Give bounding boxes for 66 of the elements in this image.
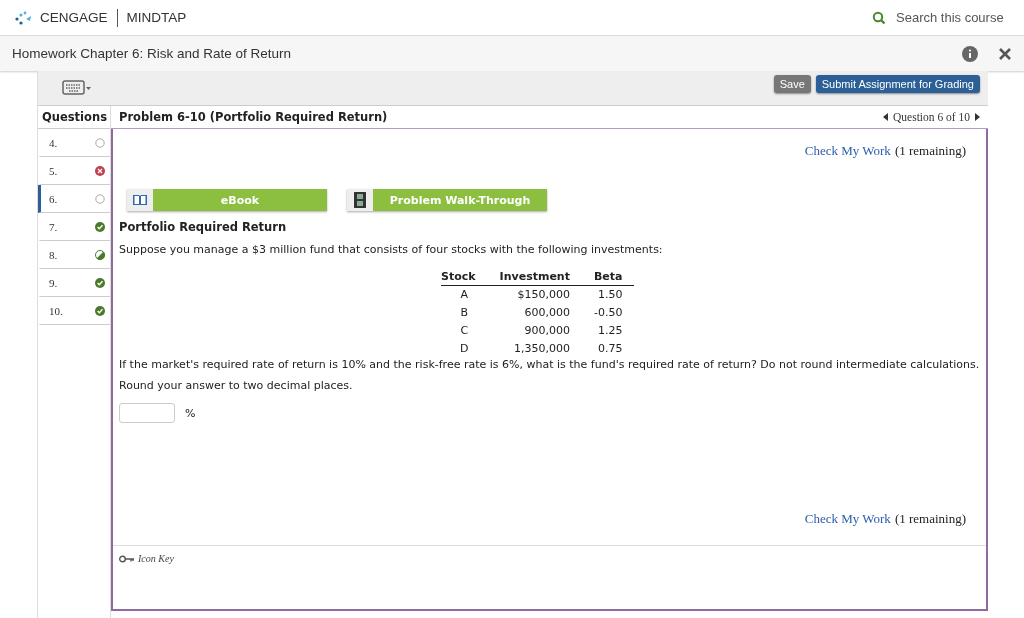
question-item[interactable]: 8. <box>38 241 110 269</box>
answer-field[interactable] <box>119 403 175 424</box>
question-number: 8. <box>49 248 58 261</box>
table-cell-text: D <box>459 341 470 358</box>
question-counter: Question 6 of 10 <box>893 111 970 123</box>
question-number: 10. <box>49 304 63 317</box>
book-icon <box>132 194 148 206</box>
check-work-link[interactable]: Check My Work <box>804 143 891 159</box>
table-cell-text: C <box>459 323 470 340</box>
table-cell-text: B <box>459 305 470 322</box>
problem-text: Suppose you manage a $3 million fund that consists of four stocks with the following investments: <box>119 243 664 257</box>
check-circle-icon <box>95 305 105 316</box>
question-item[interactable]: 9. <box>38 269 110 297</box>
half-circle-icon <box>95 249 105 260</box>
film-icon <box>354 192 366 208</box>
check-work-link[interactable]: Check My Work <box>804 511 891 527</box>
question-number: 6. <box>49 192 58 205</box>
logo-icon <box>14 10 34 25</box>
table-cell: 1.50 <box>581 285 635 304</box>
column-header: Investment <box>487 267 582 286</box>
key-icon <box>119 554 135 563</box>
questions-heading: Questions <box>38 106 110 129</box>
question-text: If the market's required rate of return is 10% and the risk-free rate is 6%, what is the fund's required rate of return? Do not round intermediate calculations. <box>119 357 980 372</box>
question-item[interactable]: 4. <box>38 129 110 157</box>
brand-name: CENGAGE <box>40 10 108 25</box>
product-name: MINDTAP <box>126 10 187 25</box>
table-cell-text: 1.25 <box>597 323 624 340</box>
search-icon <box>872 10 886 25</box>
table-cell: $150,000 <box>487 285 582 304</box>
keyboard-icon[interactable] <box>62 79 92 97</box>
remaining-count: (1 remaining) <box>894 511 966 527</box>
save-button[interactable]: Save <box>773 75 811 93</box>
previous-arrow-icon[interactable] <box>883 113 889 121</box>
close-icon[interactable] <box>998 46 1012 61</box>
column-header: Beta <box>581 267 635 286</box>
column-header: Stock <box>441 267 488 286</box>
problem-title: Problem 6-10 (Portfolio Required Return) <box>119 110 388 124</box>
assignment-title: Homework Chapter 6: Risk and Rate of Return <box>12 46 292 61</box>
remaining-count: (1 remaining) <box>894 143 966 159</box>
question-item[interactable]: 5. <box>38 157 110 185</box>
question-number: 4. <box>49 136 58 149</box>
table-cell-text: -0.50 <box>593 305 624 322</box>
empty-circle-icon <box>95 193 105 204</box>
check-circle-icon <box>95 221 105 232</box>
icon-key-link[interactable]: Icon Key <box>138 553 174 564</box>
question-number: 5. <box>49 164 58 177</box>
check-circle-icon <box>95 277 105 288</box>
submit-button[interactable]: Submit Assignment for Grading <box>815 75 980 93</box>
table-cell: A <box>441 285 488 304</box>
table-cell-text: 600,000 <box>523 305 571 322</box>
empty-circle-icon <box>95 137 105 148</box>
cross-circle-icon <box>95 165 105 176</box>
question-number: 7. <box>49 220 58 233</box>
question-item[interactable]: 10. <box>38 297 110 325</box>
info-icon[interactable] <box>962 45 978 62</box>
table-cell-text: 1,350,000 <box>512 341 571 358</box>
next-arrow-icon[interactable] <box>974 113 980 121</box>
rounding-instruction: Round your answer to two decimal places. <box>119 378 354 393</box>
search-field[interactable]: Search this course <box>872 9 1008 26</box>
table-cell-text: 900,000 <box>523 323 571 340</box>
question-number: 9. <box>49 276 58 289</box>
section-heading: Portfolio Required Return <box>119 220 288 234</box>
unit-label: % <box>185 406 196 420</box>
question-item[interactable]: 7. <box>38 213 110 241</box>
question-item[interactable]: 6. <box>38 185 110 213</box>
table-cell-text: 0.75 <box>597 341 624 358</box>
